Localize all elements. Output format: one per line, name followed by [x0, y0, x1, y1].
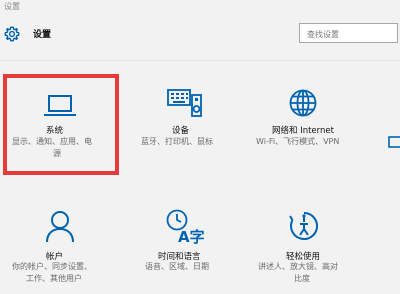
- tile-time-language[interactable]: A字 时间和语言 语音、区域、日期: [135, 205, 235, 290]
- tile-ease-of-access-desc-line1: 讲述人、放大镜、高对: [258, 262, 338, 271]
- highlight-box: [3, 74, 119, 175]
- tile-network-desc: Wi-Fi、飞行模式、VPN: [256, 137, 340, 146]
- tile-time-language-desc: 语音、区域、日期: [145, 262, 209, 271]
- time-language-icon: A字: [166, 209, 205, 244]
- page-title: 设置: [33, 30, 52, 40]
- tile-devices-name: 设备: [172, 126, 190, 136]
- devices-icon: [167, 89, 202, 117]
- tile-ease-of-access[interactable]: 轻松使用 讲述人、放大镜、高对 比度: [250, 205, 365, 290]
- gear-icon: [4, 26, 20, 42]
- search-input[interactable]: 查找设置: [299, 23, 398, 43]
- tile-network[interactable]: 网络和 Internet Wi-Fi、飞行模式、VPN: [250, 80, 380, 170]
- tile-network-name: 网络和 Internet: [272, 126, 334, 136]
- window-title: 设置: [4, 2, 20, 11]
- tile-ease-of-access-desc-line2: 比度: [294, 274, 310, 283]
- ease-of-access-icon: [289, 212, 319, 240]
- svg-text:A字: A字: [178, 228, 205, 244]
- tile-accounts-desc-line1: 你的帐户、同步设置、: [12, 262, 92, 271]
- tile-accounts-desc-line2: 工作、其他用户: [26, 274, 82, 283]
- tile-devices-desc: 蓝牙、打印机、鼠标: [141, 137, 213, 146]
- tile-devices[interactable]: 设备 蓝牙、打印机、鼠标: [135, 80, 235, 170]
- tile-accounts[interactable]: 帐户 你的帐户、同步设置、 工作、其他用户: [10, 205, 116, 290]
- globe-icon: [289, 89, 317, 117]
- divider: [0, 60, 400, 61]
- person-icon: [46, 211, 74, 243]
- partial-icon: [387, 134, 400, 148]
